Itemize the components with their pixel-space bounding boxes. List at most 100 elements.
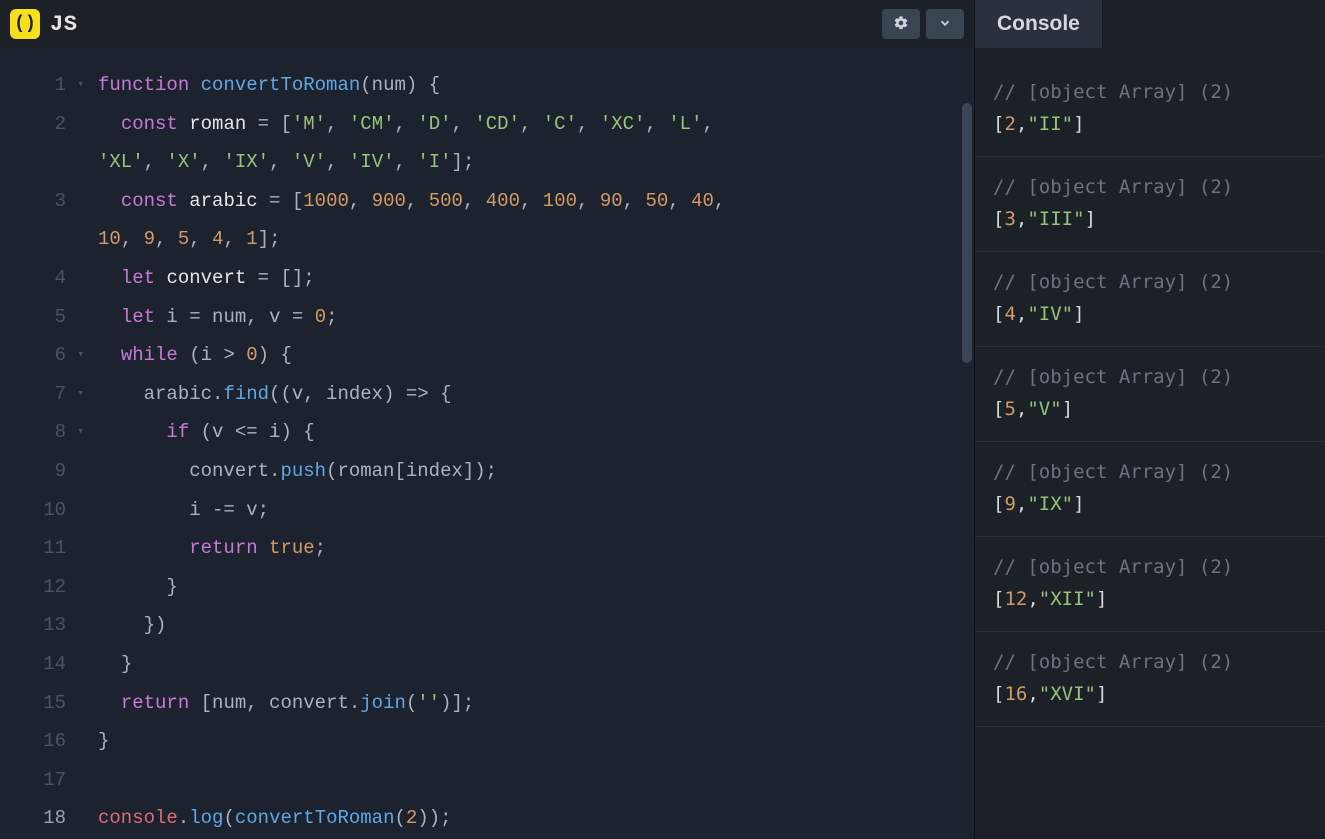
id-console: console bbox=[98, 807, 178, 829]
while-cond: (i > 0) { bbox=[178, 344, 292, 366]
semicolon: ; bbox=[315, 537, 326, 559]
kw-while: while bbox=[121, 344, 178, 366]
line-number: 10 bbox=[0, 491, 88, 530]
kw-if: if bbox=[166, 421, 189, 443]
console-entry: // [object Array] (2)[9,"IX"] bbox=[975, 442, 1325, 537]
arabic-array-line1: [1000, 900, 500, 400, 100, 90, 50, 40, bbox=[292, 190, 737, 212]
kw-const: const bbox=[121, 113, 178, 135]
console-comment: // [object Array] (2) bbox=[993, 76, 1307, 108]
chevron-down-icon bbox=[938, 16, 952, 33]
console-entry: // [object Array] (2)[12,"XII"] bbox=[975, 537, 1325, 632]
console-value: [9,"IX"] bbox=[993, 488, 1307, 520]
roman-array-line1: ['M', 'CM', 'D', 'CD', 'C', 'XC', 'L', bbox=[280, 113, 725, 135]
id-convert: convert bbox=[166, 267, 246, 289]
fn-call: convertToRoman bbox=[235, 807, 395, 829]
code-area[interactable]: function convertToRoman(num) { const rom… bbox=[88, 48, 974, 839]
line-number: 11 bbox=[0, 529, 88, 568]
fn-name: convertToRoman bbox=[201, 74, 361, 96]
console-value: [5,"V"] bbox=[993, 393, 1307, 425]
kw-function: function bbox=[98, 74, 189, 96]
push-line: convert.push(roman[index]); bbox=[189, 460, 497, 482]
editor-header: () JS bbox=[0, 0, 974, 48]
console-entry: // [object Array] (2)[5,"V"] bbox=[975, 347, 1325, 442]
console-value: [4,"IV"] bbox=[993, 298, 1307, 330]
empty-arr: = []; bbox=[246, 267, 314, 289]
console-entry: // [object Array] (2)[16,"XVI"] bbox=[975, 632, 1325, 727]
header-right bbox=[882, 9, 964, 39]
id-arabic: arabic bbox=[189, 190, 257, 212]
editor-pane: () JS 1 2 3 4 5 6 7 8 9 bbox=[0, 0, 974, 839]
line-number: 6 bbox=[0, 336, 88, 375]
fn-join: join bbox=[360, 692, 406, 714]
line-number: 14 bbox=[0, 645, 88, 684]
op-assign: = bbox=[258, 190, 292, 212]
arabic-find: arabic.find((v, index) => { bbox=[144, 383, 452, 405]
line-number: 4 bbox=[0, 259, 88, 298]
editor-body[interactable]: 1 2 3 4 5 6 7 8 9 10 11 12 13 14 15 16 1… bbox=[0, 48, 974, 839]
close-paren-brace: }) bbox=[144, 614, 167, 636]
line-number: 16 bbox=[0, 722, 88, 761]
console-comment: // [object Array] (2) bbox=[993, 266, 1307, 298]
return-val-open: [num, convert. bbox=[189, 692, 360, 714]
roman-array-line2: 'XL', 'X', 'IX', 'V', 'IV', 'I'] bbox=[98, 151, 463, 173]
console-comment: // [object Array] (2) bbox=[993, 171, 1307, 203]
if-cond: (v <= i) { bbox=[189, 421, 314, 443]
semicolon: ; bbox=[463, 151, 474, 173]
console-entry: // [object Array] (2)[4,"IV"] bbox=[975, 252, 1325, 347]
log-num: 2 bbox=[406, 807, 417, 829]
console-tab[interactable]: Console bbox=[975, 0, 1103, 48]
kw-return: return bbox=[121, 692, 189, 714]
gear-icon bbox=[893, 15, 909, 34]
line-number: 7 bbox=[0, 375, 88, 414]
console-value: [12,"XII"] bbox=[993, 583, 1307, 615]
kw-return: return bbox=[189, 537, 257, 559]
close-brace: } bbox=[121, 653, 132, 675]
console-value: [3,"III"] bbox=[993, 203, 1307, 235]
line-number: 18 bbox=[0, 799, 88, 838]
dec-line: i -= v; bbox=[189, 499, 269, 521]
line5: let i = num, v = 0; bbox=[121, 306, 338, 328]
line-number: 1 bbox=[0, 66, 88, 105]
line-number: 2 bbox=[0, 105, 88, 144]
console-comment: // [object Array] (2) bbox=[993, 551, 1307, 583]
console-comment: // [object Array] (2) bbox=[993, 646, 1307, 678]
param: num bbox=[372, 74, 406, 96]
line-number: 15 bbox=[0, 684, 88, 723]
line-number: 17 bbox=[0, 761, 88, 800]
scrollbar-thumb[interactable] bbox=[962, 103, 972, 363]
lang-label: JS bbox=[50, 12, 77, 37]
console-comment: // [object Array] (2) bbox=[993, 361, 1307, 393]
id-roman: roman bbox=[189, 113, 246, 135]
op-assign: = bbox=[246, 113, 280, 135]
paren: ( bbox=[360, 74, 371, 96]
console-body[interactable]: // [object Array] (2)[2,"II"]// [object … bbox=[975, 48, 1325, 839]
console-value: [16,"XVI"] bbox=[993, 678, 1307, 710]
settings-button[interactable] bbox=[882, 9, 920, 39]
console-comment: // [object Array] (2) bbox=[993, 456, 1307, 488]
line-gutter: 1 2 3 4 5 6 7 8 9 10 11 12 13 14 15 16 1… bbox=[0, 48, 88, 839]
log-close: )); bbox=[417, 807, 451, 829]
line-number: 13 bbox=[0, 606, 88, 645]
console-pane: Console // [object Array] (2)[2,"II"]// … bbox=[974, 0, 1325, 839]
console-entry: // [object Array] (2)[3,"III"] bbox=[975, 157, 1325, 252]
semicolon: ; bbox=[269, 228, 280, 250]
kw-let: let bbox=[121, 267, 155, 289]
line-number: 12 bbox=[0, 568, 88, 607]
join-args: ('')]; bbox=[406, 692, 474, 714]
line-number: 3 bbox=[0, 182, 88, 221]
console-value: [2,"II"] bbox=[993, 108, 1307, 140]
line-number: 5 bbox=[0, 298, 88, 337]
fn-log: log bbox=[189, 807, 223, 829]
kw-true: true bbox=[269, 537, 315, 559]
kw-const: const bbox=[121, 190, 178, 212]
arabic-array-line2: 10, 9, 5, 4, 1] bbox=[98, 228, 269, 250]
line-number: 9 bbox=[0, 452, 88, 491]
js-logo-icon: () bbox=[10, 9, 40, 39]
console-entry: // [object Array] (2)[2,"II"] bbox=[975, 62, 1325, 157]
brace: { bbox=[417, 74, 440, 96]
close-brace: } bbox=[166, 576, 177, 598]
expand-button[interactable] bbox=[926, 9, 964, 39]
close-brace: } bbox=[98, 730, 109, 752]
paren: ) bbox=[406, 74, 417, 96]
line-number: 8 bbox=[0, 413, 88, 452]
